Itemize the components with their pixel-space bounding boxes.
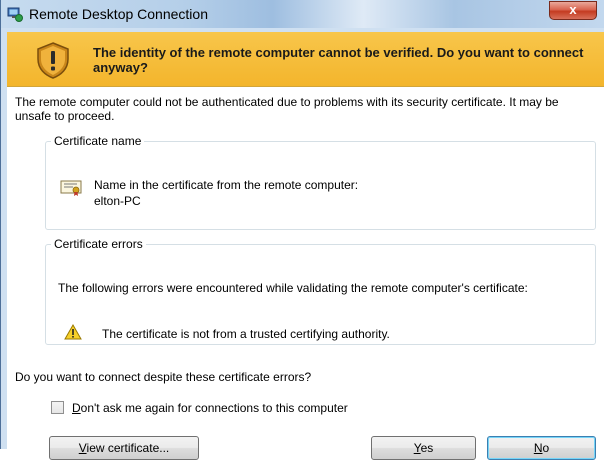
warning-banner: The identity of the remote computer cann… xyxy=(7,32,604,87)
yes-button[interactable]: Yes xyxy=(371,436,476,460)
title-bar[interactable]: Remote Desktop Connection x xyxy=(1,0,604,28)
certificate-icon xyxy=(60,180,82,196)
remote-desktop-icon xyxy=(7,7,23,22)
certificate-name-legend: Certificate name xyxy=(54,134,142,148)
warning-icon xyxy=(64,324,82,340)
intro-text: The remote computer could not be authent… xyxy=(15,95,559,123)
yes-accesskey: Y xyxy=(413,441,421,455)
certificate-name-value: elton-PC xyxy=(94,194,141,208)
view-certificate-accesskey: V xyxy=(78,441,87,455)
dialog-body: The identity of the remote computer cann… xyxy=(7,32,604,460)
certificate-error-item: The certificate is not from a trusted ce… xyxy=(102,327,390,341)
dont-ask-again-label[interactable]: Don't ask me again for connections to th… xyxy=(72,401,348,415)
dont-ask-again-text: on't ask me again for connections to thi… xyxy=(80,401,348,415)
no-button[interactable]: No xyxy=(487,436,596,460)
dont-ask-again-accesskey: D xyxy=(72,401,81,415)
close-button[interactable]: x xyxy=(549,1,597,20)
certificate-name-group: Certificate name Name in the certificate… xyxy=(45,134,596,230)
banner-message: The identity of the remote computer cann… xyxy=(93,45,584,75)
dont-ask-again-checkbox[interactable] xyxy=(51,401,64,414)
certificate-errors-group: Certificate errors The following errors … xyxy=(45,237,596,345)
certificate-errors-legend: Certificate errors xyxy=(54,237,143,251)
question-text: Do you want to connect despite these cer… xyxy=(15,370,312,384)
certificate-name-label: Name in the certificate from the remote … xyxy=(94,178,359,192)
shield-warning-icon xyxy=(37,42,69,79)
view-certificate-button[interactable]: View certificate... xyxy=(49,436,199,460)
certificate-errors-description: The following errors were encountered wh… xyxy=(58,281,528,295)
no-label: o xyxy=(542,441,550,455)
yes-label: es xyxy=(420,441,434,455)
dialog-window: Remote Desktop Connection x The identity… xyxy=(0,0,604,460)
view-certificate-label: iew certificate... xyxy=(86,441,170,455)
close-icon: x xyxy=(569,2,577,17)
window-title: Remote Desktop Connection xyxy=(29,6,208,22)
